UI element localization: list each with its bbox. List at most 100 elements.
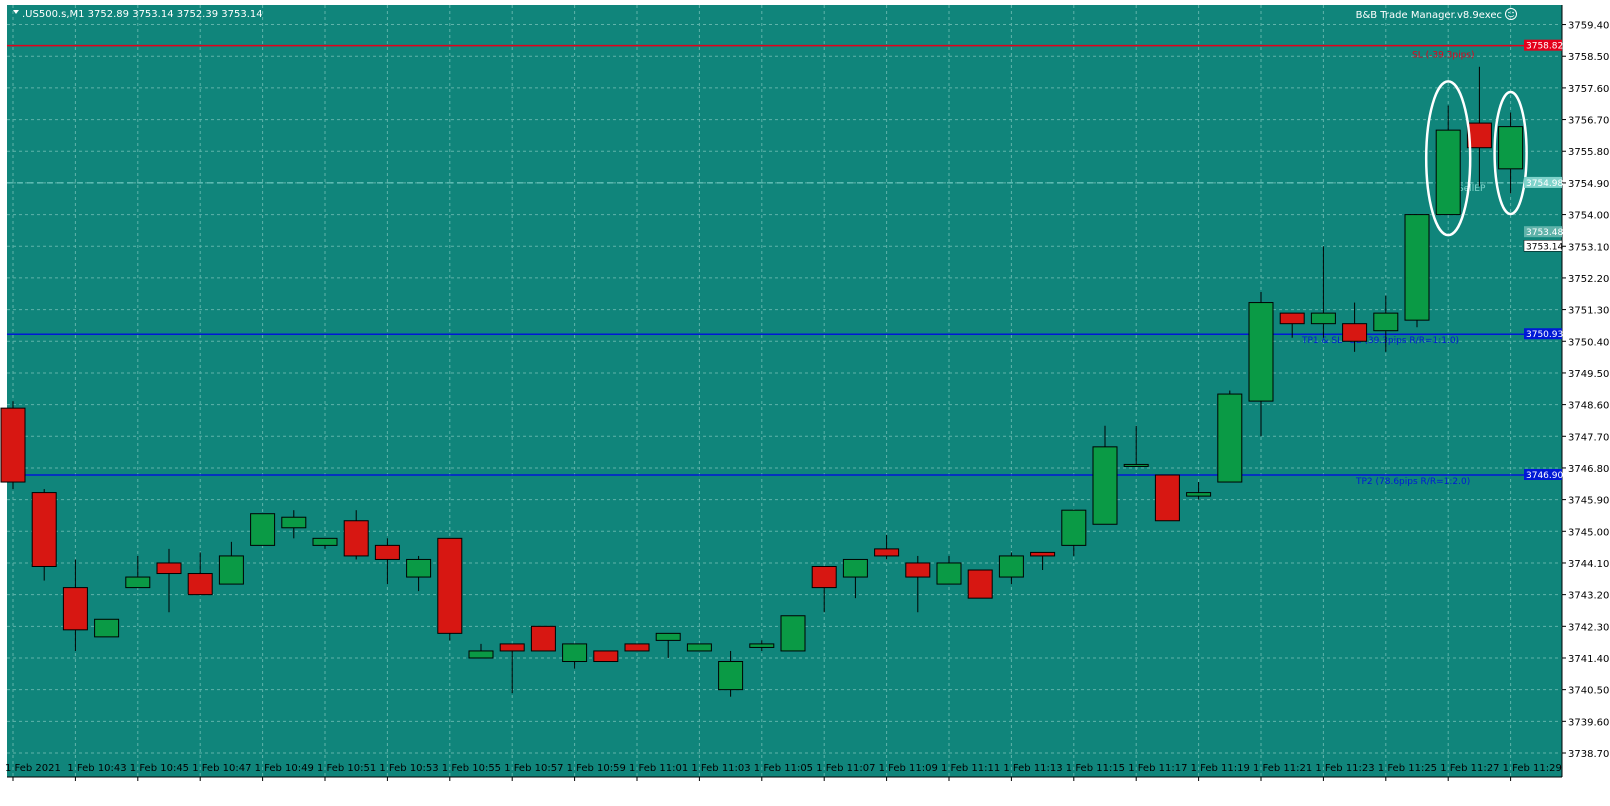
x-tick-label: 1 Feb 11:05 (754, 763, 813, 774)
x-tick-label: 1 Feb 10:49 (255, 763, 314, 774)
candle-body (312, 537, 338, 546)
candle (624, 643, 650, 652)
y-tick-label: 3748.60 (1568, 401, 1609, 412)
y-tick-label: 3742.30 (1568, 622, 1609, 633)
candle (94, 618, 120, 638)
ask-price-label: 3753.48 (1526, 228, 1563, 238)
candle (1154, 474, 1180, 522)
candle-body (62, 587, 88, 631)
candlestick-chart[interactable]: SL (-39.3pips) TP1 & SL=BE (39.3pips R/R=… (0, 0, 1610, 802)
candle-body (499, 643, 525, 652)
y-tick-label: 3759.40 (1568, 21, 1609, 32)
y-tick-label: 3743.20 (1568, 591, 1609, 602)
y-tick-label: 3754.90 (1568, 179, 1609, 190)
candle (686, 643, 712, 652)
candle-body (125, 576, 151, 589)
candle-body (905, 562, 931, 578)
candle (967, 569, 993, 599)
sl-label: SL (-39.3pips) (1412, 51, 1475, 61)
y-tick-label: 3756.70 (1568, 116, 1609, 127)
candle-body (780, 615, 806, 652)
entry-price-label: 3754.98 (1526, 179, 1563, 189)
y-tick-label: 3745.90 (1568, 496, 1609, 507)
candle-body (1435, 129, 1461, 216)
candle (780, 615, 806, 652)
x-tick-label: 1 Feb 11:13 (1003, 763, 1062, 774)
y-tick-label: 3757.60 (1568, 84, 1609, 95)
candle-body (1092, 446, 1118, 525)
x-tick-label: 1 Feb 10:51 (317, 763, 376, 774)
x-tick-label: 1 Feb 11:23 (1315, 763, 1374, 774)
candle-body (1310, 312, 1336, 325)
candle-body (593, 650, 619, 663)
candle-body (468, 650, 494, 659)
candle-body (1186, 492, 1212, 497)
candle-body (406, 558, 432, 578)
candle-body (624, 643, 650, 652)
candle-body (1342, 323, 1368, 342)
tp2-label: TP2 (78.6pips R/R=1:2.0) (1355, 477, 1470, 487)
y-tick-label: 3746.80 (1568, 464, 1609, 475)
x-tick-label: 1 Feb 11:11 (941, 763, 1000, 774)
x-tick-label: 1 Feb 11:03 (691, 763, 750, 774)
y-tick-label: 3755.80 (1568, 147, 1609, 158)
x-tick-label: 1 Feb 11:09 (879, 763, 938, 774)
y-tick-label: 3751.30 (1568, 306, 1609, 317)
candle-body (998, 555, 1024, 578)
candle-body (1123, 463, 1149, 467)
y-tick-label: 3740.50 (1568, 686, 1609, 697)
y-tick-label: 3749.50 (1568, 369, 1609, 380)
candle-body (530, 625, 556, 652)
y-tick-label: 3752.20 (1568, 274, 1609, 285)
candle-body (1279, 312, 1305, 325)
candle-body (749, 643, 775, 648)
y-tick-label: 3741.40 (1568, 654, 1609, 665)
candle-body (187, 573, 213, 596)
plot-area[interactable] (7, 5, 1562, 777)
symbol-info: .US500.s,M1 3752.89 3753.14 3752.39 3753… (22, 9, 263, 20)
candle-body (437, 537, 463, 634)
candle-body (250, 513, 276, 546)
tp1-price-label: 3750.93 (1526, 330, 1563, 340)
current-price-label: 3753.14 (1526, 242, 1563, 252)
x-tick-label: 1 Feb 11:07 (816, 763, 875, 774)
x-tick-label: 1 Feb 11:29 (1503, 763, 1562, 774)
candle-body (1498, 126, 1524, 170)
candle (593, 650, 619, 663)
y-tick-label: 3753.10 (1568, 242, 1609, 253)
x-tick-label: 1 Feb 11:01 (629, 763, 688, 774)
x-tick-label: 1 Feb 2021 (5, 763, 61, 774)
candle-body (1248, 302, 1274, 402)
y-tick-label: 3738.70 (1568, 749, 1609, 760)
candle-body (967, 569, 993, 599)
candle-body (1154, 474, 1180, 522)
x-tick-label: 1 Feb 11:21 (1253, 763, 1312, 774)
y-tick-label: 3747.70 (1568, 432, 1609, 443)
x-tick-label: 1 Feb 10:57 (504, 763, 563, 774)
x-tick-label: 1 Feb 10:43 (67, 763, 126, 774)
y-tick-label: 3745.00 (1568, 527, 1609, 538)
candle-body (1217, 393, 1243, 483)
y-tick-label: 3750.40 (1568, 337, 1609, 348)
candle (1217, 390, 1243, 483)
candle-body (842, 558, 868, 578)
chart-window[interactable]: SL (-39.3pips) TP1 & SL=BE (39.3pips R/R=… (0, 0, 1610, 802)
candle (1404, 214, 1430, 328)
candle (31, 489, 57, 581)
candle-body (218, 555, 244, 585)
candle-body (811, 565, 837, 589)
candle-body (0, 407, 26, 483)
x-tick-label: 1 Feb 11:25 (1378, 763, 1437, 774)
y-tick-label: 3758.50 (1568, 52, 1609, 63)
x-tick-label: 1 Feb 11:19 (1191, 763, 1250, 774)
candle-body (1061, 509, 1087, 546)
candle (250, 513, 276, 546)
candle-body (343, 520, 369, 557)
candle-body (874, 548, 900, 557)
candle-body (1030, 551, 1056, 557)
tp2-price-label: 3746.90 (1526, 471, 1563, 481)
candle-body (562, 643, 588, 663)
x-tick-label: 1 Feb 10:53 (379, 763, 438, 774)
x-tick-label: 1 Feb 11:15 (1066, 763, 1125, 774)
x-tick-label: 1 Feb 11:17 (1128, 763, 1187, 774)
